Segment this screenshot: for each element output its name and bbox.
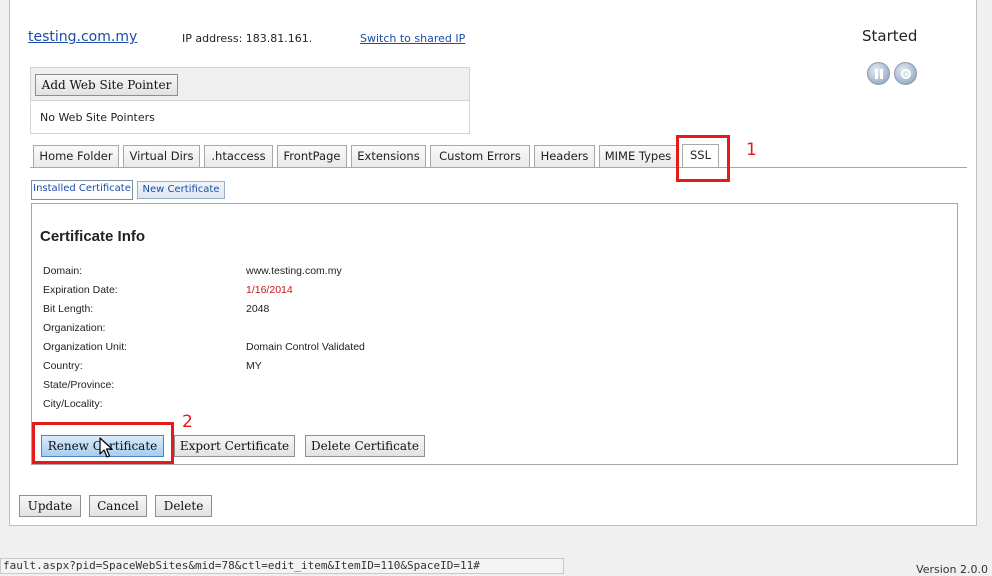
subtab-installed-certificate[interactable]: Installed Certificate bbox=[31, 180, 133, 200]
domain-value: www.testing.com.my bbox=[246, 265, 342, 277]
bit-length-value: 2048 bbox=[246, 303, 270, 315]
tab-virtual-dirs[interactable]: Virtual Dirs bbox=[123, 145, 200, 167]
country-label: Country: bbox=[43, 360, 83, 372]
tab-extensions[interactable]: Extensions bbox=[351, 145, 426, 167]
cancel-button[interactable]: Cancel bbox=[89, 495, 147, 517]
delete-certificate-button[interactable]: Delete Certificate bbox=[305, 435, 425, 457]
organization-label: Organization: bbox=[43, 322, 106, 334]
add-web-site-pointer-button[interactable]: Add Web Site Pointer bbox=[35, 74, 178, 96]
callout-1: 1 bbox=[746, 140, 757, 160]
pointer-cursor-icon bbox=[99, 437, 113, 458]
status-bar-url: fault.aspx?pid=SpaceWebSites&mid=78&ctl=… bbox=[0, 558, 564, 574]
certificate-info-title: Certificate Info bbox=[40, 228, 146, 245]
domain-label: Domain: bbox=[43, 265, 83, 277]
callout-2: 2 bbox=[182, 412, 193, 432]
stop-icon[interactable] bbox=[894, 62, 917, 85]
certificate-info-box: Certificate Info Domain: www.testing.com… bbox=[31, 203, 958, 465]
version-text: Version 2.0.0 bbox=[916, 563, 988, 576]
switch-to-shared-ip-link[interactable]: Switch to shared IP bbox=[360, 32, 465, 45]
bit-length-label: Bit Length: bbox=[43, 303, 94, 315]
ip-address-text: IP address: 183.81.161. bbox=[182, 32, 313, 45]
pause-icon[interactable] bbox=[867, 62, 890, 85]
tab-custom-errors[interactable]: Custom Errors bbox=[430, 145, 530, 167]
tab-home-folder[interactable]: Home Folder bbox=[33, 145, 119, 167]
expiration-date-value: 1/16/2014 bbox=[246, 284, 293, 296]
tab-ssl[interactable]: SSL bbox=[682, 144, 719, 168]
state-province-label: State/Province: bbox=[43, 379, 115, 391]
export-certificate-button[interactable]: Export Certificate bbox=[174, 435, 295, 457]
country-value: MY bbox=[246, 360, 262, 372]
subtab-new-certificate[interactable]: New Certificate bbox=[137, 181, 225, 199]
web-site-pointers-box: Add Web Site Pointer No Web Site Pointer… bbox=[30, 67, 470, 134]
site-name-link[interactable]: testing.com.my bbox=[28, 29, 137, 45]
tab-headers[interactable]: Headers bbox=[534, 145, 595, 167]
organization-unit-label: Organization Unit: bbox=[43, 341, 128, 353]
no-pointers-text: No Web Site Pointers bbox=[40, 111, 155, 124]
organization-unit-value: Domain Control Validated bbox=[246, 341, 365, 353]
expiration-date-label: Expiration Date: bbox=[43, 284, 118, 296]
pointer-toolbar: Add Web Site Pointer bbox=[31, 68, 469, 101]
tabs-divider bbox=[30, 167, 967, 168]
tab-frontpage[interactable]: FrontPage bbox=[277, 145, 347, 167]
site-status-text: Started bbox=[862, 27, 918, 45]
delete-button[interactable]: Delete bbox=[155, 495, 212, 517]
city-locality-label: City/Locality: bbox=[43, 398, 103, 410]
tab-mime-types[interactable]: MIME Types bbox=[599, 145, 677, 167]
update-button[interactable]: Update bbox=[19, 495, 81, 517]
tab-htaccess[interactable]: .htaccess bbox=[204, 145, 273, 167]
